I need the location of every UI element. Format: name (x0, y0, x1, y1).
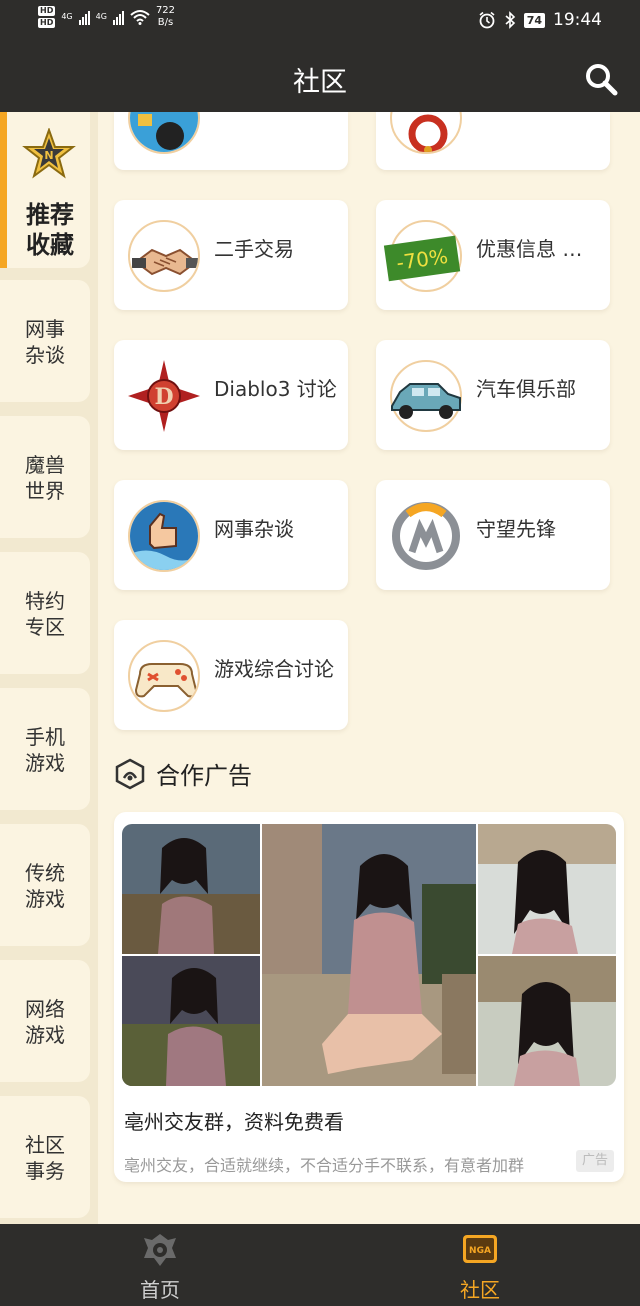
speed-value: 722 (155, 5, 176, 16)
sidebar-item-label: 魔兽 世界 (25, 453, 65, 503)
search-icon[interactable] (584, 62, 618, 96)
forum-name: 二手交易 (214, 237, 294, 261)
signal-icon (78, 9, 90, 25)
gamepad-icon (128, 640, 200, 712)
star-badge-icon: N (22, 128, 76, 179)
status-bar: HD HD 4G 4G 722 B/s 74 19:44 (0, 0, 640, 40)
nga-community-icon: NGA (463, 1235, 497, 1263)
sidebar-item-mobile-games[interactable]: 手机 游戏 (0, 688, 90, 810)
home-emblem-icon (144, 1234, 176, 1266)
app-header: 社区 (0, 40, 640, 112)
sidebar-item-label: 手机 游戏 (25, 725, 65, 775)
sidebar-item-label: 社区 事务 (25, 1133, 65, 1183)
forum-name: 网事杂谈 (214, 517, 294, 541)
network-type-1: 4G (61, 12, 73, 21)
sidebar-item-label: 网络 游戏 (25, 997, 65, 1047)
nav-community[interactable]: NGA 社区 (320, 1224, 640, 1306)
forum-name: 游戏综合讨论 (214, 657, 334, 681)
sidebar-item-label: 特约 专区 (25, 589, 65, 639)
section-title: 合作广告 (114, 756, 252, 791)
forum-card-partial[interactable] (376, 112, 610, 170)
speed-unit: B/s (157, 17, 174, 28)
forum-card[interactable]: 二手交易 (114, 200, 348, 310)
forum-list: 二手交易 -70% 优惠信息 购物 D Diablo3 讨论 汽车俱乐部 网事杂… (98, 112, 640, 1224)
forum-name: 守望先锋 (476, 517, 556, 541)
wifi-icon (130, 10, 150, 25)
partial-forum-icon (390, 112, 462, 154)
sidebar-item-label: 传统 游戏 (25, 861, 65, 911)
nav-label: 社区 (460, 1278, 500, 1302)
sidebar-item-classic-games[interactable]: 传统 游戏 (0, 824, 90, 946)
sidebar-item-wow[interactable]: 魔兽 世界 (0, 416, 90, 538)
forum-name: 汽车俱乐部 (476, 377, 576, 401)
bottom-navigation: 首页 NGA 社区 (0, 1224, 640, 1306)
network-type-2: 4G (95, 12, 107, 21)
sidebar-item-chat[interactable]: 网事 杂谈 (0, 280, 90, 402)
network-speed: 722 B/s (156, 5, 175, 29)
sidebar-item-label: 网事 杂谈 (25, 317, 65, 367)
ad-description: 亳州交友，合适就继续，不合适分手不联系，有意者加群 (124, 1156, 525, 1175)
forum-name: 优惠信息 购物 (476, 237, 600, 261)
category-sidebar: N 推荐 收藏 网事 杂谈 魔兽 世界 特约 专区 手机 游戏 传统 游戏 网络 游戏 社区… (0, 112, 98, 1224)
forum-card[interactable]: 守望先锋 (376, 480, 610, 590)
alarm-icon (479, 11, 495, 29)
car-icon (390, 360, 462, 432)
ad-photo-collage (122, 824, 616, 1086)
page-title: 社区 (293, 67, 347, 98)
handshake-icon (128, 220, 200, 292)
forum-card[interactable]: 网事杂谈 (114, 480, 348, 590)
forum-card[interactable]: -70% 优惠信息 购物 (376, 200, 610, 310)
ad-card[interactable]: 亳州交友群，资料免费看 亳州交友，合适就继续，不合适分手不联系，有意者加群 广告 (114, 812, 624, 1182)
nav-label: 首页 (140, 1278, 180, 1302)
partial-forum-icon (128, 112, 200, 154)
nga-icon-text: NGA (469, 1246, 491, 1256)
sidebar-item-community-affairs[interactable]: 社区 事务 (0, 1096, 90, 1218)
status-left: HD HD 4G 4G 722 B/s (38, 5, 175, 29)
battery-icon: 74 (523, 12, 545, 28)
forum-name: Diablo3 讨论 (214, 377, 337, 401)
thumbs-up-icon (128, 500, 200, 572)
signal-icon-2 (112, 9, 124, 25)
forum-card[interactable]: D Diablo3 讨论 (114, 340, 348, 450)
sidebar-item-special[interactable]: 特约 专区 (0, 552, 90, 674)
partner-ad-icon (115, 758, 145, 789)
bluetooth-icon (505, 11, 515, 29)
forum-card[interactable]: 游戏综合讨论 (114, 620, 348, 730)
overwatch-icon (390, 500, 462, 572)
svg-text:N: N (44, 149, 53, 162)
status-right: 74 19:44 (478, 10, 602, 30)
ad-title: 亳州交友群，资料免费看 (124, 1110, 344, 1134)
discount-icon: -70% (383, 220, 462, 292)
section-title-text: 合作广告 (156, 762, 252, 790)
clock: 19:44 (553, 10, 602, 30)
ad-badge-label: 广告 (581, 1153, 608, 1168)
hd-icon: HD HD (38, 6, 56, 28)
sidebar-item-recommended[interactable]: N 推荐 收藏 (0, 112, 90, 268)
diablo-icon: D (128, 360, 200, 432)
ad-image[interactable] (122, 824, 616, 1086)
diablo-letter: D (154, 384, 173, 410)
active-indicator (0, 112, 7, 268)
forum-card[interactable]: 汽车俱乐部 (376, 340, 610, 450)
nav-home[interactable]: 首页 (0, 1224, 320, 1306)
sidebar-item-label: 推荐 收藏 (26, 201, 74, 259)
ad-badge: 广告 (575, 1150, 614, 1172)
sidebar-item-online-games[interactable]: 网络 游戏 (0, 960, 90, 1082)
forum-card-partial[interactable] (114, 112, 348, 170)
